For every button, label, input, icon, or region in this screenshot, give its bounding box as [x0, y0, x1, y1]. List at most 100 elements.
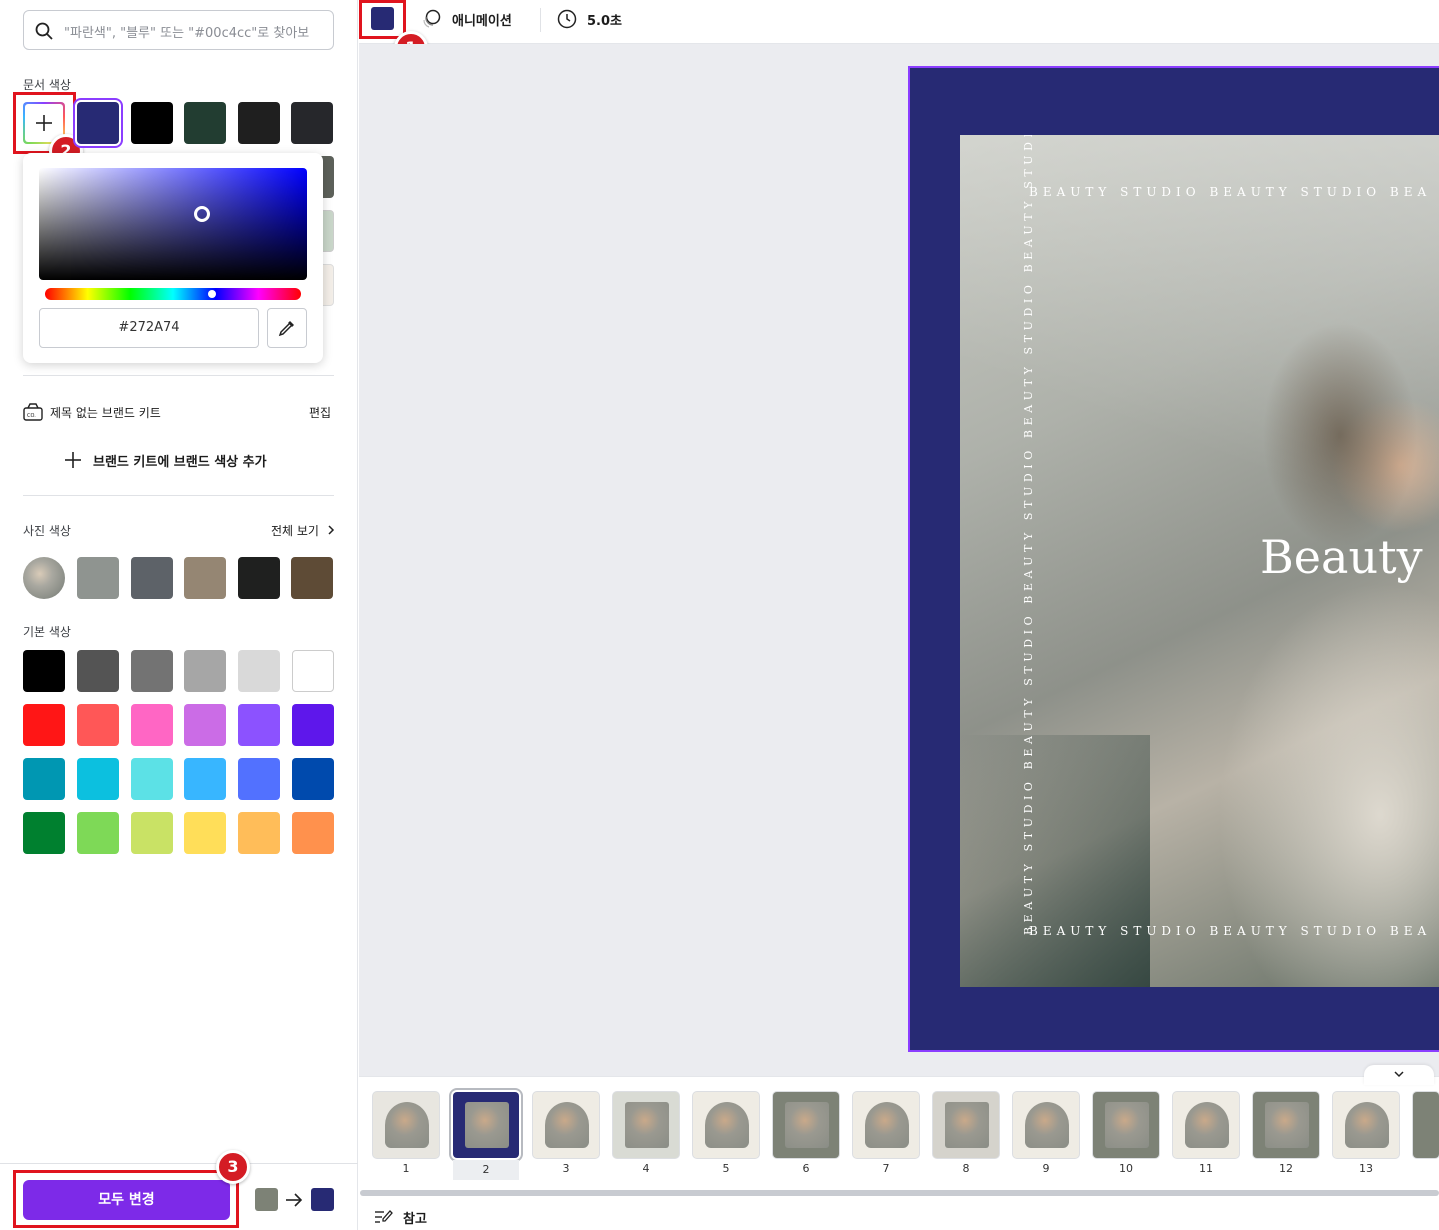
photo-thumbnail[interactable]: [23, 557, 65, 599]
page-thumbnail[interactable]: [1333, 1092, 1399, 1158]
photo-color-swatch[interactable]: [237, 557, 280, 599]
default-color-swatch[interactable]: [292, 650, 334, 692]
default-color-swatch[interactable]: [130, 650, 173, 692]
woman-photo[interactable]: BEAUTY STUDIO BEAUTY STUDIO BEA BEAUTY S…: [960, 135, 1439, 987]
saturation-handle[interactable]: [194, 206, 210, 222]
notes-icon: [375, 1210, 393, 1223]
doc-color-swatch[interactable]: [77, 102, 119, 144]
page-thumbnail[interactable]: [373, 1092, 439, 1158]
page-thumbnail[interactable]: [453, 1092, 519, 1158]
default-color-swatch[interactable]: [130, 704, 173, 746]
doc-color-swatch[interactable]: [237, 102, 280, 144]
editor-toolbar: 애니메이션 5.0초: [359, 0, 1439, 44]
default-color-swatch[interactable]: [23, 758, 65, 800]
doc-colors-heading: 문서 색상: [23, 78, 71, 92]
thumbnail-photo: [1185, 1102, 1229, 1148]
page-thumbnail[interactable]: [1413, 1092, 1439, 1158]
duration-button[interactable]: 5.0초: [587, 10, 622, 29]
default-color-swatch[interactable]: [184, 758, 227, 800]
photo-color-swatch[interactable]: [184, 557, 227, 599]
page-number: 5: [722, 1162, 730, 1175]
vertical-repeating-text: BEAUTY STUDIO BEAUTY STUDIO BEAUTY STUDI…: [1022, 135, 1035, 935]
thumbnail-photo: [1265, 1102, 1309, 1148]
page-thumbnail[interactable]: [693, 1092, 759, 1158]
page-strip: 1 2 3 4 5 6 7 8 9 10 11 12 13 참고: [359, 1065, 1439, 1230]
hue-slider[interactable]: [45, 288, 301, 300]
thumbnail-photo: [705, 1102, 749, 1148]
thumbnail-photo: [385, 1102, 429, 1148]
horizontal-scrollbar[interactable]: [360, 1190, 1439, 1196]
thumbnail-photo: [785, 1102, 829, 1148]
page-thumbnail[interactable]: [1253, 1092, 1319, 1158]
svg-text:CO.: CO.: [27, 413, 36, 419]
hue-handle[interactable]: [208, 290, 216, 298]
default-color-swatch[interactable]: [130, 758, 173, 800]
divider: [540, 8, 541, 32]
photo-shading: [960, 735, 1150, 987]
eyedropper-button[interactable]: [267, 308, 307, 348]
doc-color-swatch[interactable]: [130, 102, 173, 144]
add-brand-color-button[interactable]: 브랜드 키트에 브랜드 색상 추가: [60, 446, 300, 474]
thumbnail-photo: [625, 1102, 669, 1148]
color-search-field[interactable]: "파란색", "블루" 또는 "#00c4cc"로 찾아보: [23, 10, 334, 50]
animation-icon: [423, 9, 441, 28]
default-color-swatch[interactable]: [184, 812, 227, 854]
default-color-swatch[interactable]: [23, 704, 65, 746]
clock-icon: [557, 9, 577, 29]
arrow-right-icon: [286, 1193, 303, 1207]
default-color-swatch[interactable]: [238, 812, 281, 854]
notes-button[interactable]: 참고: [403, 1208, 427, 1227]
doc-color-swatch[interactable]: [291, 102, 334, 144]
default-color-swatch[interactable]: [23, 812, 65, 854]
divider: [23, 495, 334, 496]
page-thumbnail[interactable]: [773, 1092, 839, 1158]
page-number: 6: [802, 1162, 810, 1175]
page-thumbnail[interactable]: [533, 1092, 599, 1158]
default-color-swatch[interactable]: [184, 704, 227, 746]
saturation-area[interactable]: [39, 168, 307, 280]
view-all-link[interactable]: 전체 보기: [271, 522, 335, 539]
default-color-swatch[interactable]: [238, 758, 281, 800]
default-color-swatch[interactable]: [76, 812, 119, 854]
canvas-area: BEAUTY STUDIO BEAUTY STUDIO BEA BEAUTY S…: [359, 44, 1439, 1076]
page-number: 2: [453, 1160, 519, 1180]
default-color-swatch[interactable]: [184, 650, 227, 692]
animation-button[interactable]: 애니메이션: [452, 10, 512, 29]
photo-color-swatch[interactable]: [77, 557, 119, 599]
default-color-swatch[interactable]: [76, 704, 119, 746]
default-color-swatch[interactable]: [292, 812, 334, 854]
default-color-swatch[interactable]: [76, 758, 119, 800]
default-color-swatch[interactable]: [292, 704, 334, 746]
page-number: 9: [1042, 1162, 1050, 1175]
page-thumbnail[interactable]: [933, 1092, 999, 1158]
default-color-swatch[interactable]: [292, 758, 334, 800]
page-thumbnail[interactable]: [1173, 1092, 1239, 1158]
collapse-button[interactable]: [1364, 1065, 1434, 1085]
chevron-down-icon: [1394, 1071, 1404, 1078]
doc-color-swatch[interactable]: [184, 102, 227, 144]
to-color-swatch: [311, 1188, 334, 1211]
view-all-label: 전체 보기: [271, 524, 319, 538]
page-number: 7: [882, 1162, 890, 1175]
default-color-swatch[interactable]: [238, 650, 281, 692]
brand-edit-link[interactable]: 편집: [309, 404, 331, 421]
default-color-swatch[interactable]: [76, 650, 119, 692]
chevron-right-icon: [328, 525, 334, 535]
photo-color-swatch[interactable]: [291, 557, 334, 599]
photo-color-swatch[interactable]: [130, 557, 173, 599]
page-thumbnail[interactable]: [853, 1092, 919, 1158]
bottom-repeating-text: BEAUTY STUDIO BEAUTY STUDIO BEA: [1029, 924, 1432, 938]
page-thumbnail[interactable]: [1093, 1092, 1159, 1158]
page-thumbnail[interactable]: [613, 1092, 679, 1158]
default-color-swatch[interactable]: [23, 650, 65, 692]
design-page[interactable]: BEAUTY STUDIO BEAUTY STUDIO BEA BEAUTY S…: [908, 66, 1439, 1052]
page-thumbnail[interactable]: [1013, 1092, 1079, 1158]
thumbnail-photo: [1105, 1102, 1149, 1148]
hex-input[interactable]: #272A74: [39, 308, 259, 348]
default-color-swatch[interactable]: [130, 812, 173, 854]
add-brand-color-label: 브랜드 키트에 브랜드 색상 추가: [93, 455, 267, 470]
default-color-swatch[interactable]: [238, 704, 281, 746]
thumbnail-photo: [545, 1102, 589, 1148]
color-panel: "파란색", "블루" 또는 "#00c4cc"로 찾아보 문서 색상 2 #2…: [0, 0, 358, 1230]
brand-kit-icon: CO.: [23, 403, 43, 421]
